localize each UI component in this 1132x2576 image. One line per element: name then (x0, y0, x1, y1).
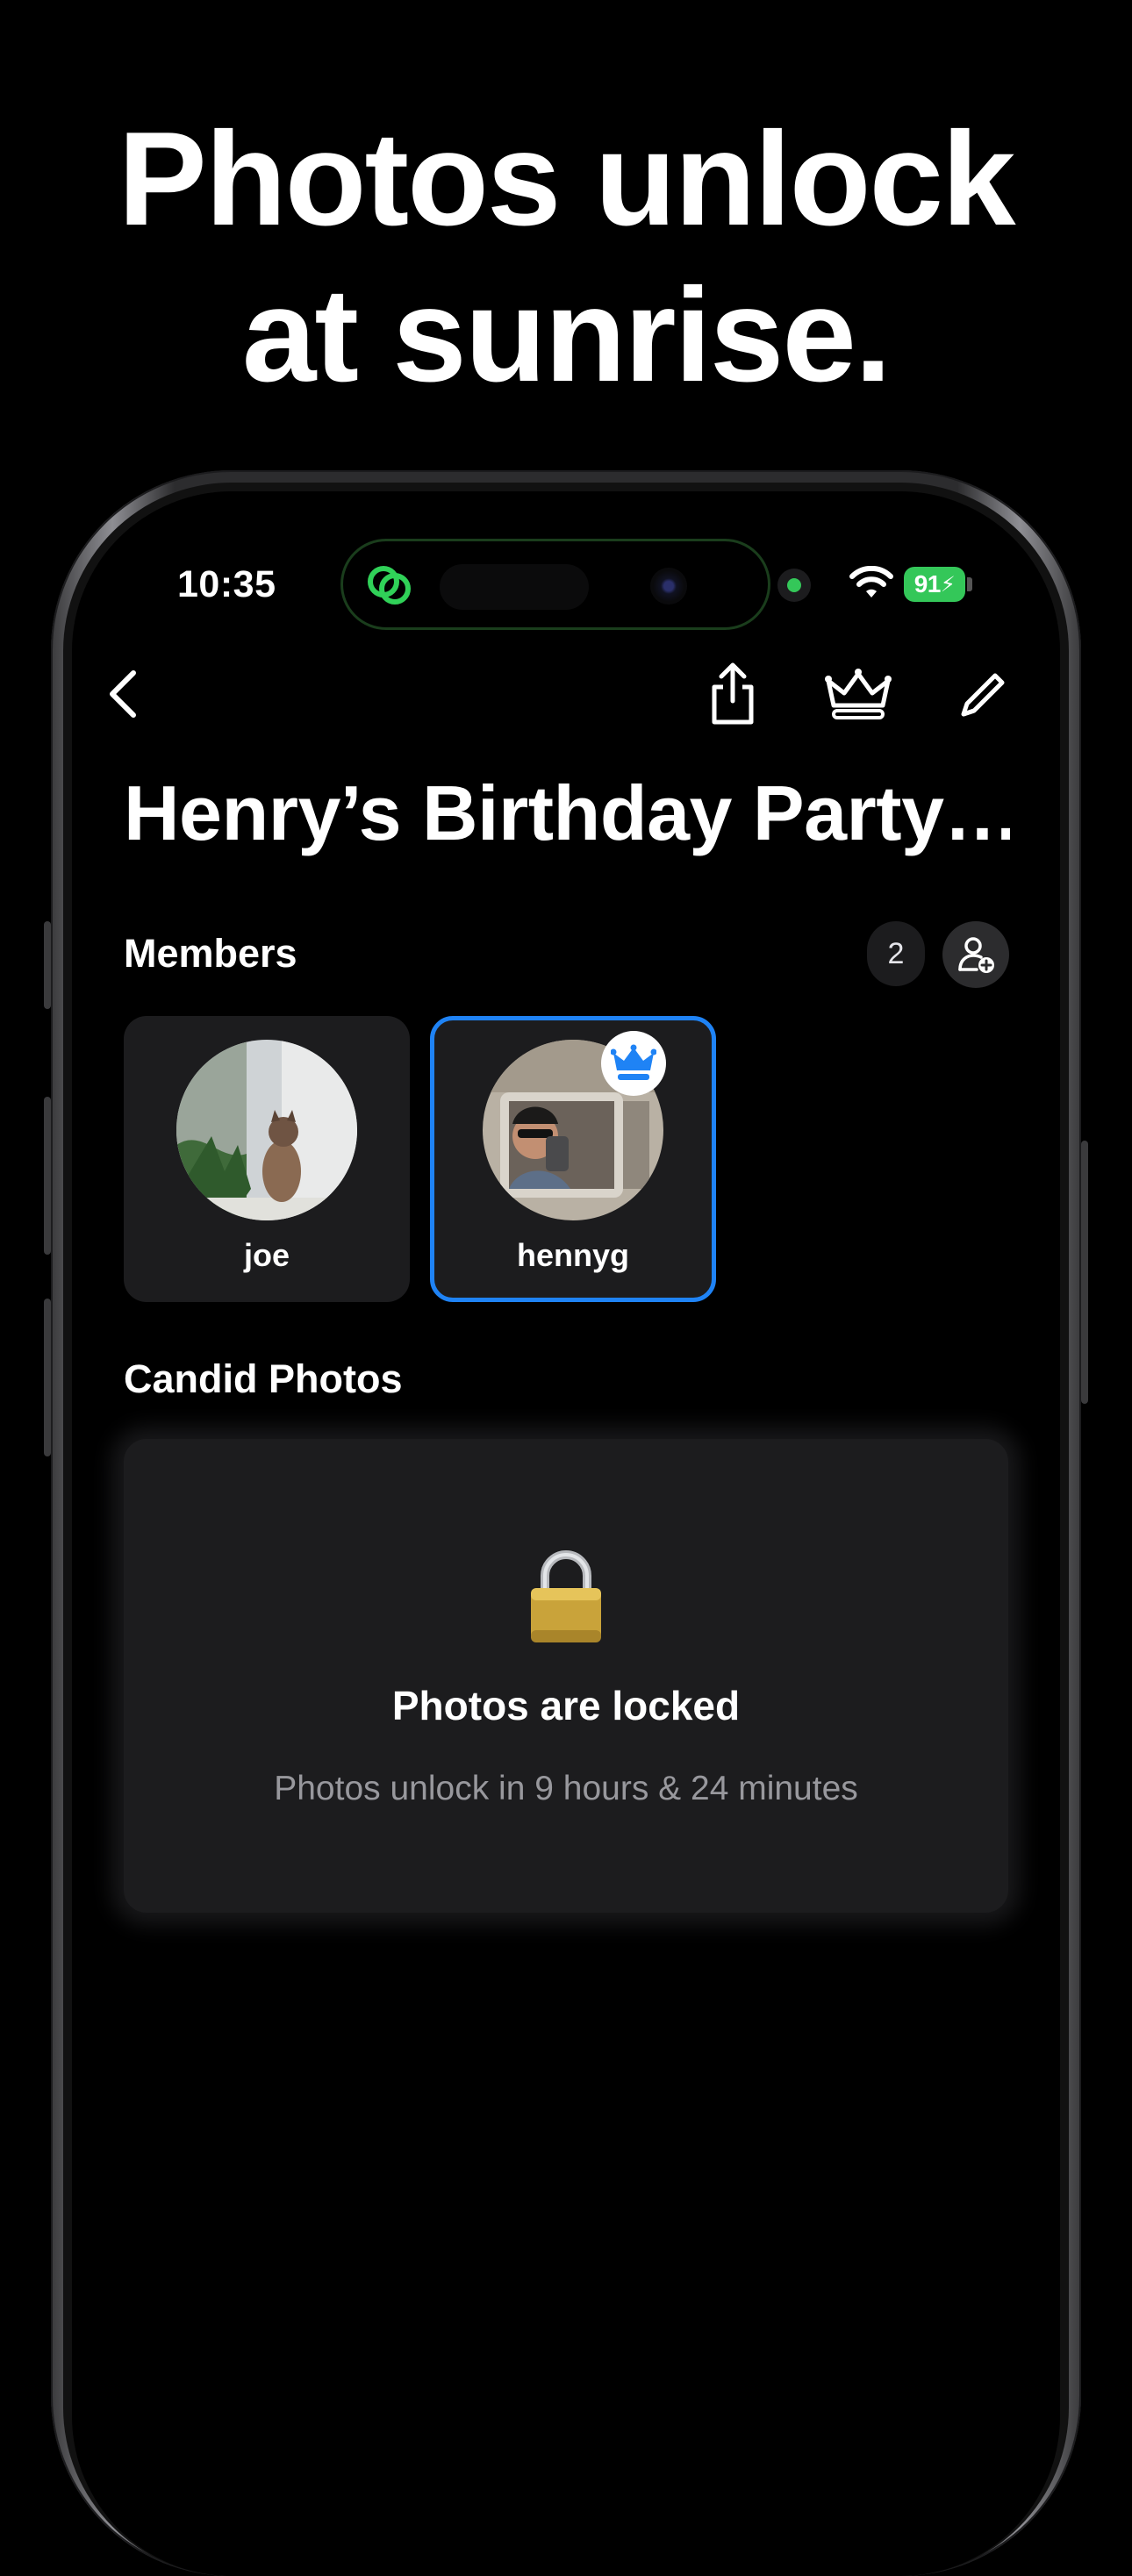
back-button[interactable] (97, 663, 149, 725)
battery-indicator: 91 ⚡ (904, 567, 965, 602)
crown-icon (825, 669, 892, 719)
add-person-icon (958, 937, 994, 973)
unlock-countdown: Photos unlock in 9 hours & 24 minutes (274, 1770, 858, 1807)
crown-icon (611, 1044, 656, 1080)
headline-line-1: Photos unlock (118, 104, 1015, 254)
locked-photos-panel: Photos are locked Photos unlock in 9 hou… (124, 1439, 1008, 1913)
locked-title: Photos are locked (391, 1683, 741, 1728)
member-name: hennyg (516, 1237, 629, 1273)
dynamic-island[interactable] (340, 539, 770, 630)
island-sensor (440, 564, 589, 610)
member-name: joe (243, 1237, 290, 1273)
edit-button[interactable] (953, 665, 1013, 725)
status-time: 10:35 (177, 563, 276, 605)
recording-indicator-icon (777, 569, 811, 602)
headline-line-2: at sunrise. (241, 261, 892, 410)
member-card-joe[interactable]: joe (124, 1016, 410, 1302)
link-app-icon (368, 566, 411, 605)
power-button (1081, 1141, 1088, 1404)
battery-level: 91 (913, 570, 942, 597)
share-button[interactable] (702, 660, 763, 728)
pencil-icon (961, 673, 1005, 717)
lock-icon (531, 1550, 601, 1642)
charging-bolt-icon: ⚡ (940, 572, 956, 597)
crown-button[interactable] (821, 663, 895, 725)
candid-photos-heading: Candid Photos (124, 1356, 403, 1401)
action-button (44, 921, 51, 1009)
wifi-icon (849, 566, 893, 597)
member-count-badge: 2 (867, 921, 925, 986)
member-card-hennyg[interactable]: hennyg (430, 1016, 716, 1302)
volume-up-button (44, 1097, 51, 1255)
front-camera (650, 568, 687, 605)
battery-nub (967, 577, 972, 591)
chevron-left-icon (110, 670, 136, 718)
volume-down-button (44, 1299, 51, 1456)
avatar (176, 1040, 357, 1220)
page-title: Henry’s Birthday Party… (124, 769, 1010, 856)
share-icon (712, 662, 754, 725)
add-member-button[interactable] (942, 921, 1009, 988)
owner-badge (601, 1031, 666, 1096)
cat-photo (176, 1040, 357, 1220)
members-heading: Members (124, 931, 297, 976)
marketing-headline: Photos unlock at sunrise. (0, 101, 1132, 413)
